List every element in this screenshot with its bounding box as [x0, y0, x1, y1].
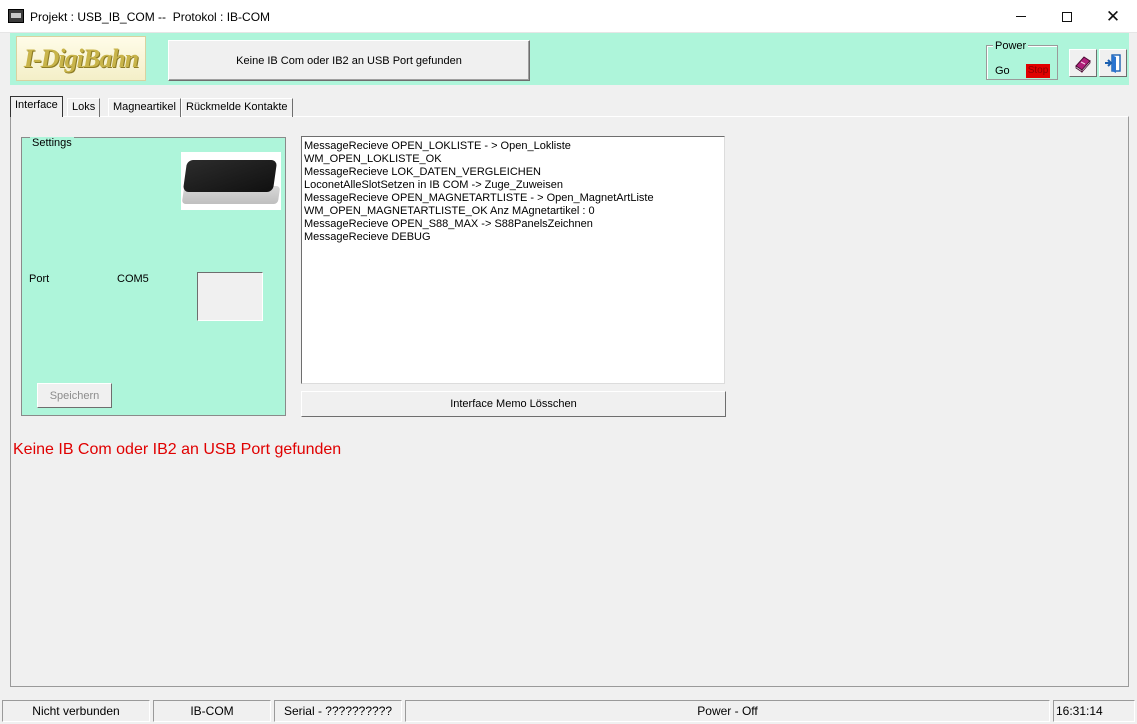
logo-text: I-DigiBahn — [23, 43, 139, 73]
memo-line: WM_OPEN_MAGNETARTLISTE_OK Anz MAgnetarti… — [304, 205, 595, 217]
close-icon: ✕ — [1105, 7, 1121, 26]
status-serial: Serial - ?????????? — [274, 700, 402, 722]
settings-group: Settings Port COM5 Speichern — [21, 137, 286, 416]
port-value: COM5 — [117, 273, 149, 285]
memo-line: MessageRecieve LOK_DATEN_VERGLEICHEN — [304, 166, 541, 178]
window-title: Projekt : USB_IB_COM -- Protokol : IB-CO… — [30, 10, 271, 24]
status-time: 16:31:14 — [1053, 700, 1135, 722]
memo-line: MessageRecieve OPEN_LOKLISTE - > Open_Lo… — [304, 140, 571, 152]
save-button[interactable]: Speichern — [37, 383, 112, 408]
interface-device-image — [181, 152, 281, 210]
port-label: Port — [29, 273, 50, 285]
help-book-button[interactable] — [1069, 49, 1097, 77]
power-group: Power Go Stop — [986, 40, 1058, 80]
status-message-button[interactable]: Keine IB Com oder IB2 an USB Port gefund… — [168, 40, 530, 81]
memo-line: WM_OPEN_LOKLISTE_OK — [304, 153, 442, 165]
memo-line: MessageRecieve DEBUG — [304, 231, 431, 243]
maximize-icon — [1062, 11, 1072, 22]
memo-line: LoconetAlleSlotSetzen in IB COM -> Zuge_… — [304, 179, 563, 191]
memo-line: MessageRecieve OPEN_S88_MAX -> S88Panels… — [304, 218, 593, 230]
tab-loks[interactable]: Loks — [67, 98, 101, 117]
minimize-icon — [1016, 16, 1026, 17]
title-bar: Projekt : USB_IB_COM -- Protokol : IB-CO… — [0, 0, 1137, 33]
exit-door-icon — [1105, 54, 1121, 73]
status-protocol: IB-COM — [153, 700, 271, 722]
book-icon — [1075, 56, 1091, 73]
memo-line: MessageRecieve OPEN_MAGNETARTLISTE - > O… — [304, 192, 654, 204]
minimize-button[interactable] — [998, 0, 1044, 33]
tab-interface[interactable]: Interface — [10, 96, 63, 117]
status-connection: Nicht verbunden — [2, 700, 150, 722]
close-button[interactable]: ✕ — [1090, 0, 1136, 33]
power-legend: Power — [993, 40, 1029, 52]
toolbar: I-DigiBahn Keine IB Com oder IB2 an USB … — [10, 33, 1129, 85]
settings-legend: Settings — [30, 137, 74, 149]
exit-button[interactable] — [1099, 49, 1127, 77]
interface-memo[interactable]: MessageRecieve OPEN_LOKLISTE - > Open_Lo… — [301, 136, 725, 384]
app-icon — [8, 9, 24, 23]
status-bar: Nicht verbunden IB-COM Serial - ????????… — [0, 697, 1137, 724]
tab-rueckmelde-kontakte[interactable]: Rückmelde Kontakte — [181, 98, 293, 117]
power-go-button[interactable]: Go — [995, 65, 1010, 77]
power-stop-button[interactable]: Stop — [1026, 64, 1050, 78]
status-power: Power - Off — [405, 700, 1050, 722]
clear-memo-button[interactable]: Interface Memo Lösschen — [301, 391, 726, 417]
maximize-button[interactable] — [1044, 0, 1090, 33]
device-body — [182, 160, 278, 192]
digibahn-logo: I-DigiBahn — [16, 36, 146, 81]
error-message: Keine IB Com oder IB2 an USB Port gefund… — [13, 441, 342, 458]
tab-magneartikel[interactable]: Magneartikel — [108, 98, 181, 117]
port-select-box[interactable] — [197, 272, 263, 321]
